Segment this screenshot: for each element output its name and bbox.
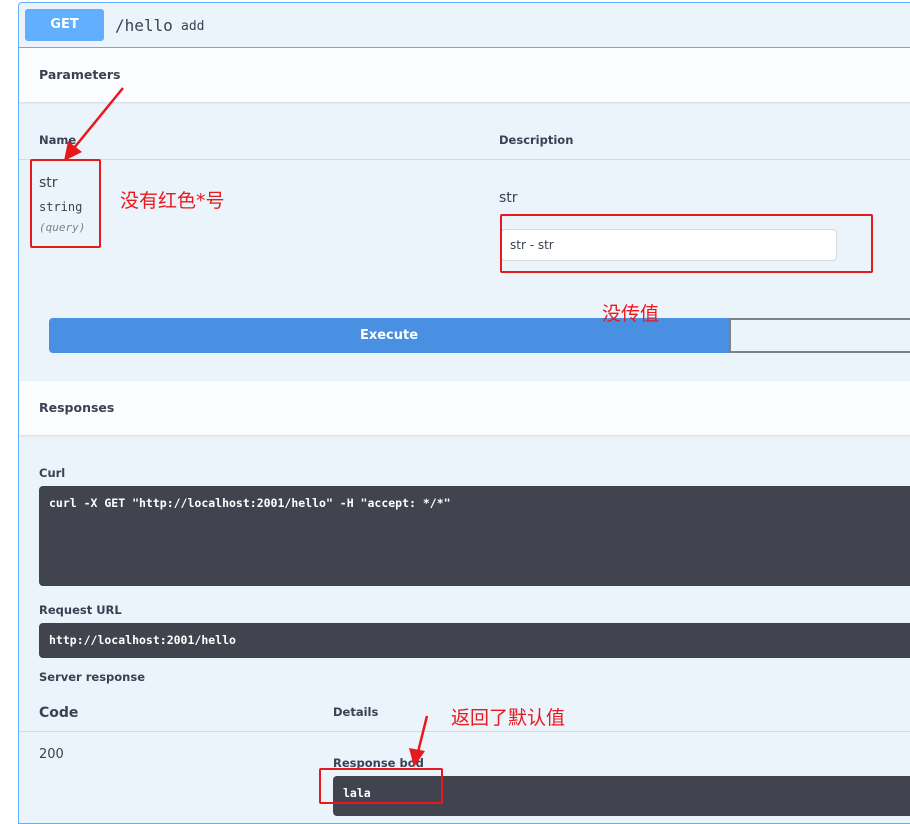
response-body-block[interactable]: lala — [333, 776, 910, 816]
code-column-header: Code — [39, 705, 79, 721]
endpoint-summary: add — [181, 19, 205, 34]
curl-code-block[interactable]: curl -X GET "http://localhost:2001/hello… — [39, 486, 910, 586]
responses-header: Responses — [19, 381, 910, 435]
endpoint-path: /hello — [115, 16, 173, 35]
details-column-header: Details — [333, 705, 379, 719]
annotation-no-asterisk: 没有红色*号 — [120, 190, 225, 212]
annotation-no-value: 没传值 — [602, 303, 660, 325]
parameters-header: Parameters — [19, 48, 910, 102]
curl-command: curl -X GET "http://localhost:2001/hello… — [49, 496, 451, 510]
parameters-title: Parameters — [39, 67, 121, 82]
curl-label: Curl — [39, 466, 66, 480]
param-location: (query) — [39, 221, 86, 234]
operation-block: GET /hello add Parameters Name Descripti… — [18, 2, 910, 824]
annotation-default-returned: 返回了默认值 — [451, 707, 566, 729]
operation-summary[interactable]: GET /hello add — [19, 3, 910, 48]
request-url-block[interactable]: http://localhost:2001/hello — [39, 623, 910, 658]
clear-button[interactable] — [729, 318, 910, 353]
param-description: str — [499, 190, 518, 206]
http-method-badge: GET — [25, 9, 104, 41]
response-body: lala — [343, 786, 371, 800]
response-table-divider — [19, 731, 910, 732]
request-url: http://localhost:2001/hello — [49, 633, 236, 647]
description-column-header: Description — [499, 133, 574, 147]
responses-title: Responses — [39, 400, 115, 415]
response-code: 200 — [39, 747, 64, 762]
name-column-header: Name — [39, 133, 77, 147]
param-name: str — [39, 175, 58, 191]
param-type: string — [39, 200, 83, 214]
param-str-input[interactable] — [501, 229, 837, 261]
request-url-label: Request URL — [39, 603, 122, 617]
response-body-label: Response bod — [333, 756, 424, 770]
server-response-label: Server response — [39, 670, 146, 684]
table-header-divider — [19, 159, 910, 160]
